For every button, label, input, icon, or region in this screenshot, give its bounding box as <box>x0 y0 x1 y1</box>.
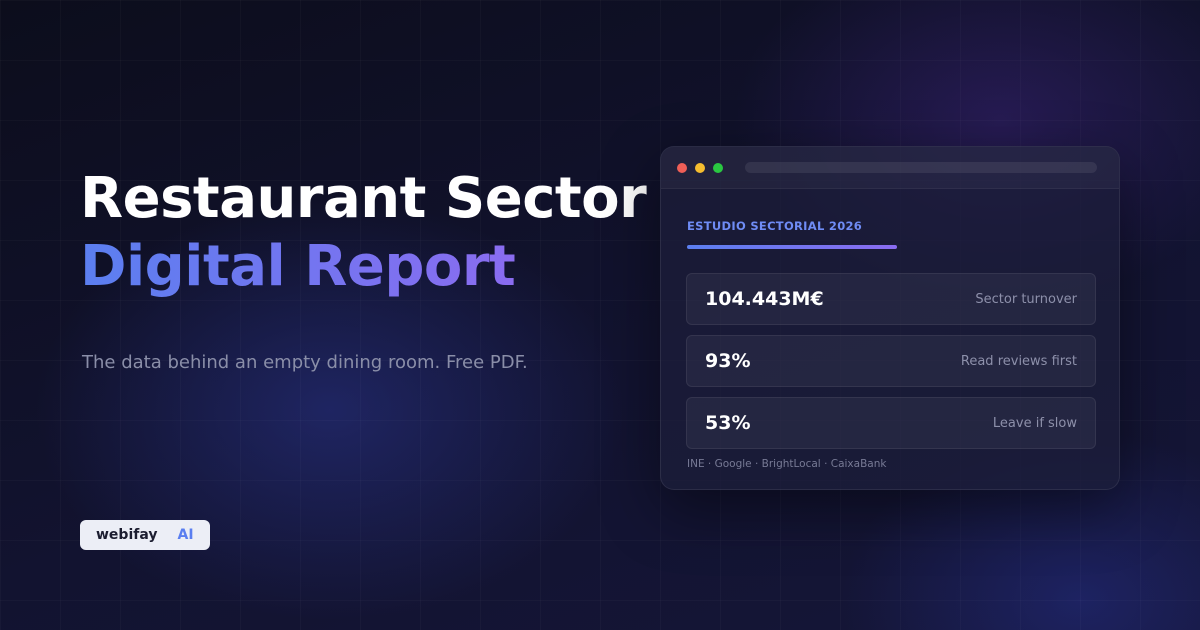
stat-label: Sector turnover <box>975 291 1077 307</box>
brand-suffix: AI <box>177 527 194 543</box>
report-eyebrow: ESTUDIO SECTORIAL 2026 <box>687 219 863 233</box>
address-bar <box>745 162 1097 173</box>
stat-row-turnover: 104.443M€ Sector turnover <box>686 273 1096 325</box>
page-title-line1: Restaurant Sector <box>80 166 647 231</box>
brand-badge: webifay AI <box>80 520 210 550</box>
report-window: ESTUDIO SECTORIAL 2026 104.443M€ Sector … <box>660 146 1120 490</box>
stat-label: Read reviews first <box>960 353 1077 369</box>
sources-line: INE · Google · BrightLocal · CaixaBank <box>687 458 887 470</box>
eyebrow-underline <box>687 245 897 249</box>
window-titlebar <box>661 147 1119 189</box>
minimize-dot-icon <box>695 162 705 173</box>
maximize-dot-icon <box>713 162 723 173</box>
close-dot-icon <box>677 162 687 173</box>
page-title-line2: Digital Report <box>80 234 516 299</box>
brand-name: webifay <box>96 527 158 543</box>
page-subtitle: The data behind an empty dining room. Fr… <box>82 352 528 373</box>
stat-label: Leave if slow <box>992 415 1077 431</box>
stat-value: 104.443M€ <box>705 288 824 310</box>
stat-row-slow: 53% Leave if slow <box>686 397 1096 449</box>
stat-row-reviews: 93% Read reviews first <box>686 335 1096 387</box>
stat-value: 93% <box>705 350 751 372</box>
stat-value: 53% <box>705 412 751 434</box>
